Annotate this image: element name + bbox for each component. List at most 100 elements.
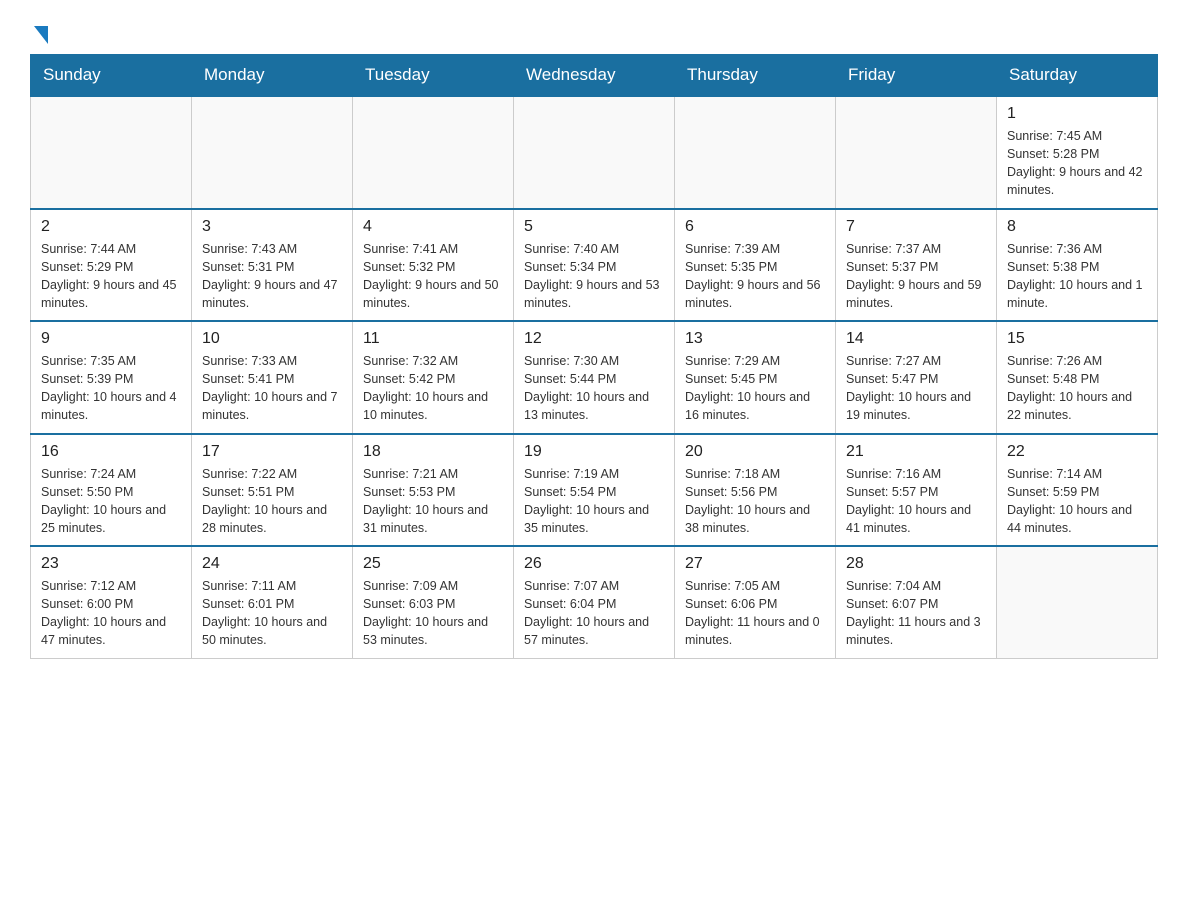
calendar-cell: 8 Sunrise: 7:36 AM Sunset: 5:38 PM Daylig…	[997, 209, 1158, 322]
calendar-cell: 16 Sunrise: 7:24 AM Sunset: 5:50 PM Dayli…	[31, 434, 192, 547]
day-info: Sunrise: 7:22 AM Sunset: 5:51 PM Dayligh…	[202, 465, 342, 538]
calendar-cell: 10 Sunrise: 7:33 AM Sunset: 5:41 PM Dayli…	[192, 321, 353, 434]
calendar-week-3: 9 Sunrise: 7:35 AM Sunset: 5:39 PM Daylig…	[31, 321, 1158, 434]
calendar-cell: 7 Sunrise: 7:37 AM Sunset: 5:37 PM Daylig…	[836, 209, 997, 322]
calendar-cell: 22 Sunrise: 7:14 AM Sunset: 5:59 PM Dayli…	[997, 434, 1158, 547]
day-number: 13	[685, 330, 825, 348]
weekday-header-sunday: Sunday	[31, 55, 192, 97]
day-info: Sunrise: 7:09 AM Sunset: 6:03 PM Dayligh…	[363, 577, 503, 650]
day-number: 4	[363, 218, 503, 236]
day-info: Sunrise: 7:26 AM Sunset: 5:48 PM Dayligh…	[1007, 352, 1147, 425]
day-info: Sunrise: 7:39 AM Sunset: 5:35 PM Dayligh…	[685, 240, 825, 313]
calendar-cell	[514, 96, 675, 209]
weekday-header-monday: Monday	[192, 55, 353, 97]
day-info: Sunrise: 7:30 AM Sunset: 5:44 PM Dayligh…	[524, 352, 664, 425]
calendar-week-4: 16 Sunrise: 7:24 AM Sunset: 5:50 PM Dayli…	[31, 434, 1158, 547]
day-info: Sunrise: 7:18 AM Sunset: 5:56 PM Dayligh…	[685, 465, 825, 538]
day-number: 15	[1007, 330, 1147, 348]
calendar-cell: 14 Sunrise: 7:27 AM Sunset: 5:47 PM Dayli…	[836, 321, 997, 434]
calendar-header-row: SundayMondayTuesdayWednesdayThursdayFrid…	[31, 55, 1158, 97]
day-number: 10	[202, 330, 342, 348]
day-number: 5	[524, 218, 664, 236]
calendar-cell: 23 Sunrise: 7:12 AM Sunset: 6:00 PM Dayli…	[31, 546, 192, 658]
day-number: 16	[41, 443, 181, 461]
day-info: Sunrise: 7:16 AM Sunset: 5:57 PM Dayligh…	[846, 465, 986, 538]
day-info: Sunrise: 7:29 AM Sunset: 5:45 PM Dayligh…	[685, 352, 825, 425]
day-number: 1	[1007, 105, 1147, 123]
day-info: Sunrise: 7:12 AM Sunset: 6:00 PM Dayligh…	[41, 577, 181, 650]
day-info: Sunrise: 7:05 AM Sunset: 6:06 PM Dayligh…	[685, 577, 825, 650]
calendar-cell: 28 Sunrise: 7:04 AM Sunset: 6:07 PM Dayli…	[836, 546, 997, 658]
logo	[30, 20, 48, 44]
day-info: Sunrise: 7:35 AM Sunset: 5:39 PM Dayligh…	[41, 352, 181, 425]
day-info: Sunrise: 7:27 AM Sunset: 5:47 PM Dayligh…	[846, 352, 986, 425]
calendar-cell	[836, 96, 997, 209]
calendar-cell: 9 Sunrise: 7:35 AM Sunset: 5:39 PM Daylig…	[31, 321, 192, 434]
day-number: 26	[524, 555, 664, 573]
calendar-cell: 6 Sunrise: 7:39 AM Sunset: 5:35 PM Daylig…	[675, 209, 836, 322]
calendar-cell: 4 Sunrise: 7:41 AM Sunset: 5:32 PM Daylig…	[353, 209, 514, 322]
day-number: 2	[41, 218, 181, 236]
calendar-week-5: 23 Sunrise: 7:12 AM Sunset: 6:00 PM Dayli…	[31, 546, 1158, 658]
day-number: 7	[846, 218, 986, 236]
calendar-cell: 1 Sunrise: 7:45 AM Sunset: 5:28 PM Daylig…	[997, 96, 1158, 209]
day-number: 14	[846, 330, 986, 348]
day-number: 9	[41, 330, 181, 348]
day-number: 28	[846, 555, 986, 573]
day-number: 27	[685, 555, 825, 573]
day-number: 22	[1007, 443, 1147, 461]
calendar-cell	[997, 546, 1158, 658]
day-info: Sunrise: 7:43 AM Sunset: 5:31 PM Dayligh…	[202, 240, 342, 313]
day-number: 11	[363, 330, 503, 348]
calendar-cell: 19 Sunrise: 7:19 AM Sunset: 5:54 PM Dayli…	[514, 434, 675, 547]
calendar-cell: 25 Sunrise: 7:09 AM Sunset: 6:03 PM Dayli…	[353, 546, 514, 658]
day-info: Sunrise: 7:11 AM Sunset: 6:01 PM Dayligh…	[202, 577, 342, 650]
calendar-cell: 18Sunrise: 7:21 AM Sunset: 5:53 PM Dayli…	[353, 434, 514, 547]
day-info: Sunrise: 7:36 AM Sunset: 5:38 PM Dayligh…	[1007, 240, 1147, 313]
calendar-cell: 21 Sunrise: 7:16 AM Sunset: 5:57 PM Dayli…	[836, 434, 997, 547]
day-info: Sunrise: 7:14 AM Sunset: 5:59 PM Dayligh…	[1007, 465, 1147, 538]
day-number: 21	[846, 443, 986, 461]
day-number: 3	[202, 218, 342, 236]
calendar-cell	[31, 96, 192, 209]
calendar-cell: 3 Sunrise: 7:43 AM Sunset: 5:31 PM Daylig…	[192, 209, 353, 322]
calendar-week-1: 1 Sunrise: 7:45 AM Sunset: 5:28 PM Daylig…	[31, 96, 1158, 209]
logo-arrow-icon	[34, 26, 48, 44]
day-info: Sunrise: 7:24 AM Sunset: 5:50 PM Dayligh…	[41, 465, 181, 538]
day-number: 12	[524, 330, 664, 348]
calendar-table: SundayMondayTuesdayWednesdayThursdayFrid…	[30, 54, 1158, 659]
day-number: 19	[524, 443, 664, 461]
calendar-cell	[192, 96, 353, 209]
day-number: 24	[202, 555, 342, 573]
weekday-header-friday: Friday	[836, 55, 997, 97]
weekday-header-thursday: Thursday	[675, 55, 836, 97]
day-number: 8	[1007, 218, 1147, 236]
calendar-cell: 12 Sunrise: 7:30 AM Sunset: 5:44 PM Dayli…	[514, 321, 675, 434]
weekday-header-tuesday: Tuesday	[353, 55, 514, 97]
calendar-cell: 27 Sunrise: 7:05 AM Sunset: 6:06 PM Dayli…	[675, 546, 836, 658]
day-info: Sunrise: 7:41 AM Sunset: 5:32 PM Dayligh…	[363, 240, 503, 313]
day-info: Sunrise: 7:44 AM Sunset: 5:29 PM Dayligh…	[41, 240, 181, 313]
day-info: Sunrise: 7:07 AM Sunset: 6:04 PM Dayligh…	[524, 577, 664, 650]
weekday-header-saturday: Saturday	[997, 55, 1158, 97]
day-info: Sunrise: 7:45 AM Sunset: 5:28 PM Dayligh…	[1007, 127, 1147, 200]
calendar-cell: 24 Sunrise: 7:11 AM Sunset: 6:01 PM Dayli…	[192, 546, 353, 658]
page-header	[30, 20, 1158, 44]
calendar-cell: 13 Sunrise: 7:29 AM Sunset: 5:45 PM Dayli…	[675, 321, 836, 434]
calendar-cell: 15 Sunrise: 7:26 AM Sunset: 5:48 PM Dayli…	[997, 321, 1158, 434]
day-number: 18	[363, 443, 503, 461]
day-info: Sunrise: 7:33 AM Sunset: 5:41 PM Dayligh…	[202, 352, 342, 425]
calendar-cell: 2 Sunrise: 7:44 AM Sunset: 5:29 PM Daylig…	[31, 209, 192, 322]
day-number: 6	[685, 218, 825, 236]
calendar-cell	[675, 96, 836, 209]
day-number: 20	[685, 443, 825, 461]
calendar-cell: 20 Sunrise: 7:18 AM Sunset: 5:56 PM Dayli…	[675, 434, 836, 547]
calendar-cell: 5Sunrise: 7:40 AM Sunset: 5:34 PM Daylig…	[514, 209, 675, 322]
day-info: Sunrise: 7:04 AM Sunset: 6:07 PM Dayligh…	[846, 577, 986, 650]
day-number: 17	[202, 443, 342, 461]
day-info: Sunrise: 7:19 AM Sunset: 5:54 PM Dayligh…	[524, 465, 664, 538]
day-number: 25	[363, 555, 503, 573]
calendar-cell: 11Sunrise: 7:32 AM Sunset: 5:42 PM Dayli…	[353, 321, 514, 434]
day-number: 23	[41, 555, 181, 573]
day-info: Sunrise: 7:37 AM Sunset: 5:37 PM Dayligh…	[846, 240, 986, 313]
